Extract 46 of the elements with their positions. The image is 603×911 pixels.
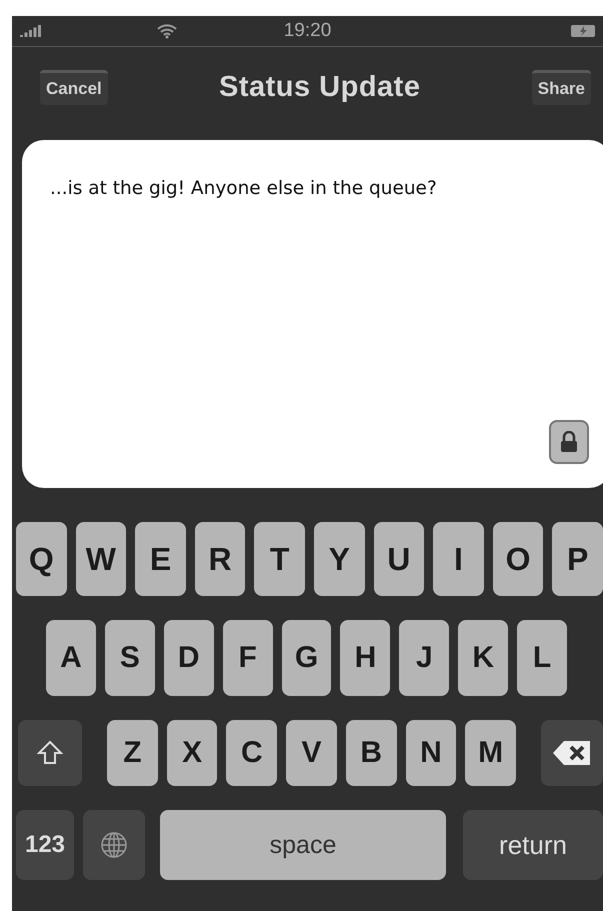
- battery-icon: [571, 25, 597, 37]
- globe-key[interactable]: [83, 810, 145, 880]
- cancel-button[interactable]: Cancel: [40, 70, 108, 104]
- status-text-area[interactable]: ...is at the gig! Anyone else in the queue?: [22, 140, 603, 488]
- key[interactable]: L: [517, 620, 568, 696]
- key[interactable]: A: [46, 620, 96, 696]
- key[interactable]: B: [346, 720, 397, 786]
- signal-icon: [20, 25, 42, 37]
- key[interactable]: Y: [314, 522, 365, 596]
- key[interactable]: T: [254, 522, 305, 596]
- key[interactable]: C: [226, 720, 278, 786]
- key[interactable]: K: [458, 620, 508, 696]
- key[interactable]: E: [135, 522, 186, 596]
- clock: 19:20: [284, 20, 332, 42]
- return-key[interactable]: return: [463, 810, 603, 880]
- key[interactable]: J: [399, 620, 450, 696]
- key[interactable]: H: [340, 620, 390, 696]
- key[interactable]: D: [164, 620, 214, 696]
- shift-icon: [37, 740, 63, 766]
- key[interactable]: N: [406, 720, 456, 786]
- key[interactable]: U: [374, 522, 424, 596]
- wifi-icon: [156, 23, 178, 39]
- key[interactable]: Z: [107, 720, 158, 786]
- key[interactable]: Q: [16, 522, 67, 596]
- screen-title: Status Update: [219, 70, 420, 104]
- backspace-icon: [552, 740, 592, 766]
- key[interactable]: V: [286, 720, 337, 786]
- privacy-button[interactable]: [549, 420, 589, 464]
- key[interactable]: R: [194, 522, 246, 596]
- space-key[interactable]: space: [160, 810, 446, 880]
- key[interactable]: I: [433, 522, 484, 596]
- key[interactable]: P: [552, 522, 603, 596]
- share-button[interactable]: Share: [532, 70, 591, 104]
- key[interactable]: W: [76, 522, 126, 596]
- delete-key[interactable]: [541, 720, 603, 786]
- shift-key[interactable]: [18, 720, 82, 786]
- lock-icon: [560, 431, 578, 453]
- key[interactable]: G: [282, 620, 332, 696]
- status-text: ...is at the gig! Anyone else in the queue?: [50, 178, 438, 199]
- key[interactable]: X: [166, 720, 218, 786]
- key[interactable]: F: [222, 620, 273, 696]
- key[interactable]: O: [492, 522, 544, 596]
- key[interactable]: M: [465, 720, 516, 786]
- key[interactable]: S: [104, 620, 155, 696]
- globe-icon: [100, 831, 128, 859]
- numbers-key[interactable]: 123: [16, 810, 74, 880]
